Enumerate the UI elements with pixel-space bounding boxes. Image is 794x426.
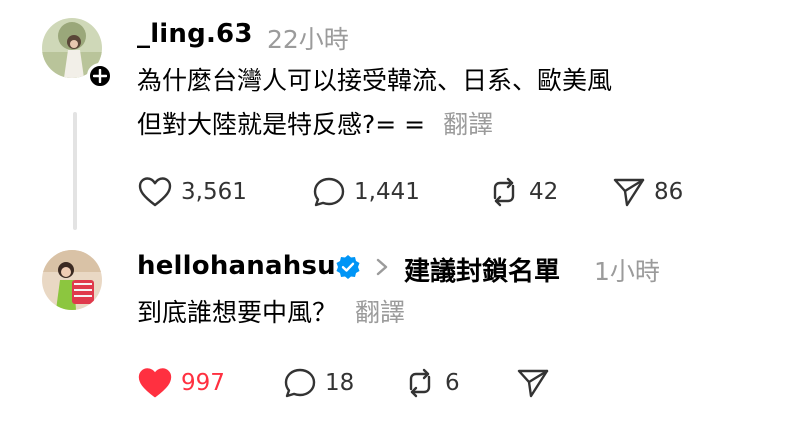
like-button[interactable]: 3,561 (137, 176, 247, 208)
repost-icon (409, 368, 431, 398)
reply-count: 18 (325, 370, 355, 396)
follow-button[interactable] (87, 63, 113, 89)
verified-badge-icon (336, 255, 360, 279)
username[interactable]: hellohanahsu (137, 251, 336, 281)
send-icon (517, 369, 549, 398)
plus-icon (93, 69, 107, 83)
thread-line (73, 112, 77, 230)
like-button[interactable]: 997 (137, 367, 225, 399)
translate-link[interactable]: 翻譯 (443, 110, 493, 139)
comment-text-line2: 但對大陸就是特反感?= = 翻譯 (137, 103, 493, 147)
repost-icon (493, 177, 515, 207)
share-count: 86 (654, 179, 684, 205)
avatar-hellohanahsu[interactable] (42, 250, 102, 310)
heart-icon (138, 368, 172, 398)
username[interactable]: _ling.63 (137, 19, 253, 49)
send-icon (613, 178, 645, 207)
timestamp: 22小時 (267, 25, 349, 54)
repost-count: 6 (445, 370, 460, 396)
share-button[interactable]: 86 (612, 176, 683, 208)
repost-count: 42 (529, 179, 559, 205)
comment-text: 到底誰想要中風？ (137, 298, 338, 327)
comment-text-line1: 為什麼台灣人可以接受韓流、日系、歐美風 (137, 66, 613, 95)
share-button[interactable] (516, 367, 550, 399)
comment-text: 但對大陸就是特反感?= = (137, 110, 426, 139)
repost-button[interactable]: 42 (487, 176, 558, 208)
comment-text-line1: 到底誰想要中風？ 翻譯 (137, 291, 405, 335)
reply-button[interactable]: 18 (283, 367, 354, 399)
reply-count: 1,441 (354, 179, 420, 205)
comment-icon (313, 177, 345, 207)
timestamp: 1小時 (594, 257, 660, 286)
reply-button[interactable]: 1,441 (312, 176, 420, 208)
repost-button[interactable]: 6 (403, 367, 460, 399)
heart-icon (138, 177, 172, 207)
chevron-right-icon (376, 258, 388, 276)
like-count: 997 (181, 370, 225, 396)
like-count: 3,561 (181, 179, 247, 205)
reply-to-username[interactable]: 建議封鎖名單 (404, 251, 560, 288)
translate-link[interactable]: 翻譯 (355, 298, 405, 327)
comment-icon (284, 368, 316, 398)
